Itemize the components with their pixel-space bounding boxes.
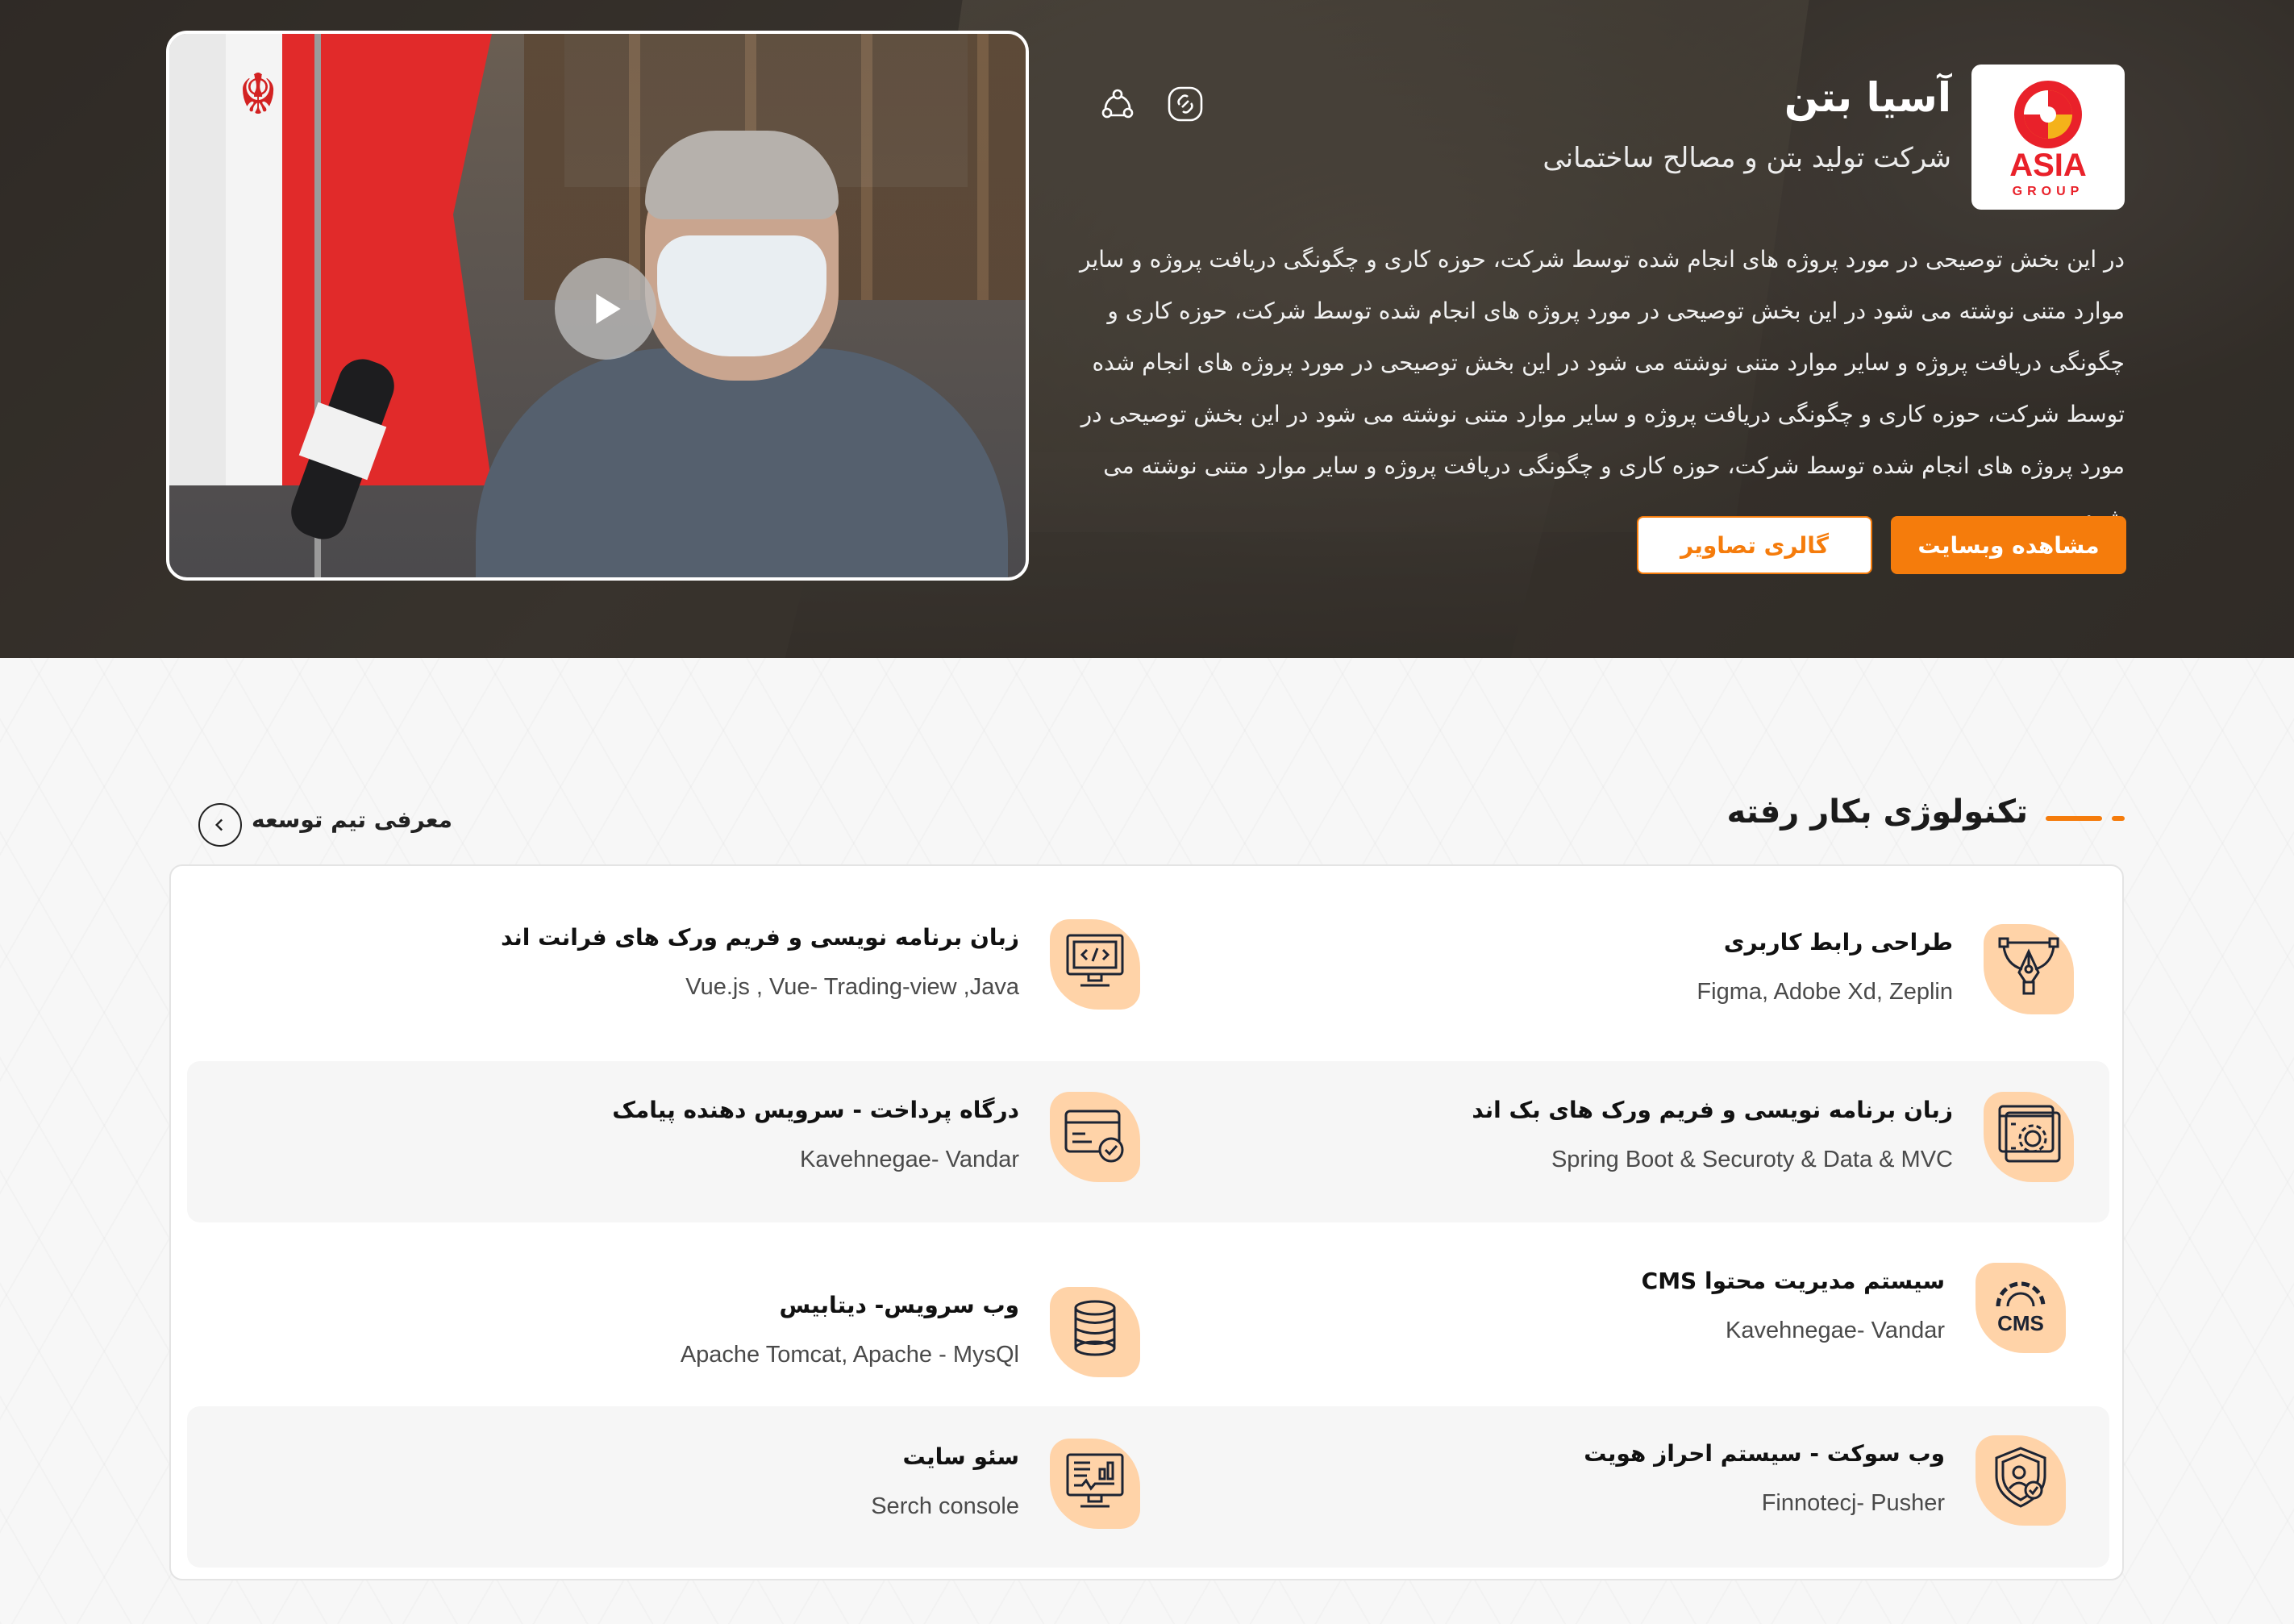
tech-item-subtitle: Figma, Adobe Xd, Zeplin — [1697, 979, 1953, 1005]
link-icon[interactable] — [1166, 85, 1205, 123]
analytics-monitor-icon — [1066, 1453, 1124, 1508]
tech-item-payment: درگاه پرداخت - سرویس دهنده پیامک Kavehne… — [189, 1084, 1140, 1197]
speaker-body — [476, 348, 1008, 577]
tech-item-title: سیستم مدیریت محتوا CMS — [1641, 1268, 1945, 1294]
team-intro-link[interactable]: معرفی تیم توسعه — [252, 806, 452, 833]
arrow-left-icon[interactable] — [198, 803, 242, 847]
shield-user-icon — [1995, 1447, 2046, 1508]
logo-subwordmark: GROUP — [2013, 185, 2084, 198]
logo-wordmark: ASIA — [2009, 148, 2087, 183]
video-speaker — [476, 131, 1008, 577]
company-name: آسیا بتن — [1784, 74, 1951, 121]
tech-item-title: طراحی رابط کاربری — [1723, 929, 1953, 956]
code-monitor-icon — [1066, 934, 1124, 987]
tech-item-subtitle: Serch console — [871, 1493, 1019, 1519]
company-description: در این بخش توصیحی در مورد پروژه های انجا… — [1080, 246, 2125, 531]
settings-window-icon — [1998, 1105, 2061, 1163]
play-button[interactable] — [555, 258, 656, 360]
cms-gear-icon: CMS — [1996, 1281, 2046, 1335]
svg-text:CMS: CMS — [1997, 1311, 2044, 1335]
tech-item-title: سئو سایت — [902, 1443, 1019, 1470]
speaker-mask — [657, 235, 826, 356]
view-website-button[interactable]: مشاهده وبسایت — [1891, 516, 2126, 574]
tech-item-backend: زبان برنامه نویسی و فریم ورک های بک اند … — [1122, 1084, 2074, 1197]
tech-item-ui-design: طراحی رابط کاربری Figma, Adobe Xd, Zepli… — [1122, 916, 2074, 1029]
tech-item-subtitle: Apache Tomcat, Apache - MysQl — [680, 1342, 1019, 1368]
tech-item-frontend: زبان برنامه نویسی و فریم ورک های فرانت ا… — [189, 911, 1140, 1024]
tech-item-subtitle: Vue.js , Vue- Trading-view ,Java — [685, 974, 1019, 1000]
hero-banner: ☬ ASIA GROUP آسیا بتن شرکت تولید بتن و م… — [0, 0, 2294, 658]
tech-list-card: طراحی رابط کاربری Figma, Adobe Xd, Zepli… — [169, 864, 2124, 1580]
tech-item-database: وب سرویس- دیتابیس Apache Tomcat, Apache … — [189, 1279, 1140, 1392]
tech-item-title: وب سوکت - سیستم احراز هویت — [1584, 1440, 1945, 1467]
tech-item-title: درگاه پرداخت - سرویس دهنده پیامک — [612, 1097, 1019, 1123]
tech-item-seo: سئو سایت Serch console — [189, 1430, 1140, 1543]
pen-tool-icon — [1998, 937, 2059, 995]
play-icon — [596, 294, 621, 324]
video-thumbnail[interactable]: ☬ — [166, 31, 1029, 581]
hero-action-icons — [1098, 85, 1205, 123]
speaker-hair — [645, 131, 839, 219]
tech-item-title: زبان برنامه نویسی و فریم ورک های فرانت ا… — [501, 924, 1019, 951]
tech-item-subtitle: Spring Boot & Securoty & Data & MVC — [1551, 1147, 1953, 1172]
tech-item-subtitle: Finnotecj- Pusher — [1761, 1490, 1945, 1516]
tech-item-websocket: وب سوکت - سیستم احراز هویت Finnotecj- Pu… — [1114, 1427, 2066, 1540]
tech-item-subtitle: Kavehnegae- Vandar — [1726, 1318, 1945, 1343]
image-gallery-button[interactable]: گالری تصاویر — [1637, 516, 1872, 574]
title-decoration-dot — [2112, 816, 2125, 821]
title-decoration-dash — [2046, 816, 2102, 821]
company-subtitle: شرکت تولید بتن و مصالح ساختمانی — [1543, 142, 1951, 174]
company-logo: ASIA GROUP — [1971, 65, 2125, 210]
video-flag-stripe — [169, 34, 226, 485]
flag-emblem: ☬ — [238, 61, 278, 127]
tech-item-cms: CMS سیستم مدیریت محتوا CMS Kavehnegae- V… — [1114, 1255, 2066, 1368]
database-icon — [1074, 1300, 1116, 1356]
tech-item-title: وب سرویس- دیتابیس — [779, 1292, 1019, 1318]
section-title: تکنولوژی بکار رفته — [1726, 793, 2028, 831]
share-network-icon[interactable] — [1098, 85, 1137, 123]
tech-item-subtitle: Kavehnegae- Vandar — [800, 1147, 1019, 1172]
tech-item-title: زبان برنامه نویسی و فریم ورک های بک اند — [1472, 1097, 1953, 1123]
credit-card-check-icon — [1064, 1110, 1124, 1163]
